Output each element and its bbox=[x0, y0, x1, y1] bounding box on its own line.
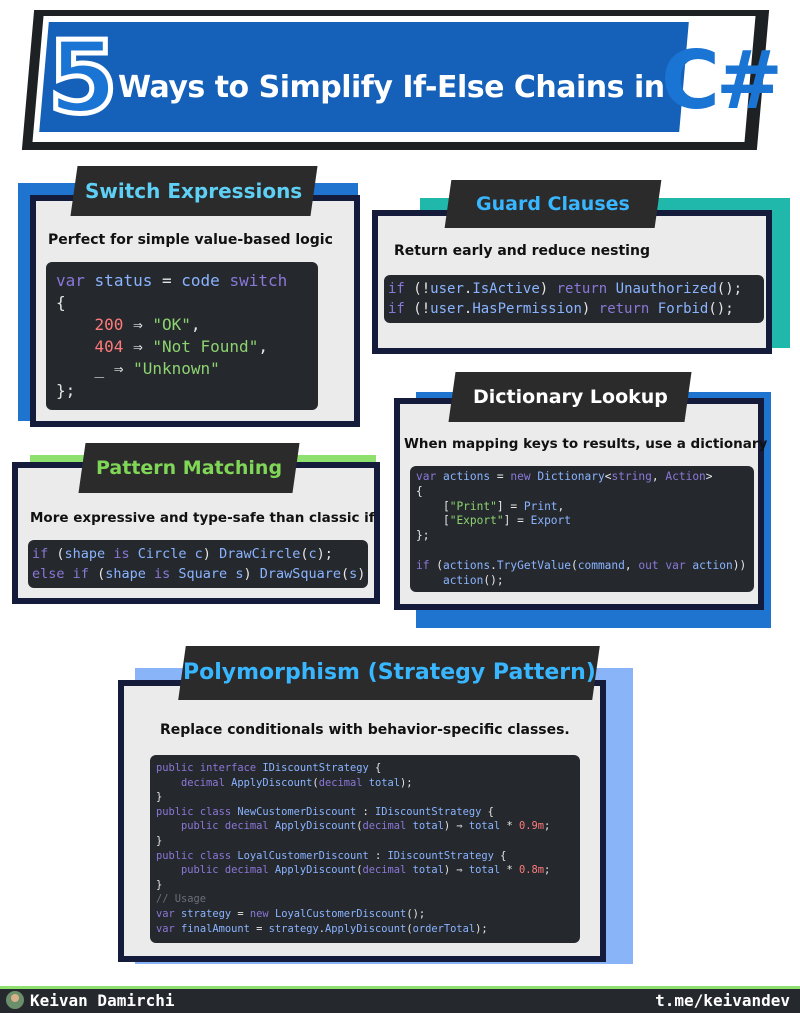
polymorphism-title: Polymorphism (Strategy Pattern) bbox=[178, 646, 600, 700]
guard-subtitle: Return early and reduce nesting bbox=[394, 243, 650, 259]
pattern-code-block: if (shape is Circle c) DrawCircle(c); els… bbox=[28, 540, 368, 588]
code-line: var strategy = new LoyalCustomerDiscount… bbox=[156, 907, 426, 920]
pattern-title: Pattern Matching bbox=[78, 443, 300, 493]
code-line: public class NewCustomerDiscount : IDisc… bbox=[156, 805, 494, 818]
switch-title: Switch Expressions bbox=[70, 166, 318, 216]
switch-subtitle: Perfect for simple value-based logic bbox=[48, 232, 333, 248]
dictionary-subtitle: When mapping keys to results, use a dict… bbox=[404, 436, 768, 452]
dictionary-code-block: var actions = new Dictionary<string, Act… bbox=[410, 466, 754, 592]
code-line: if (actions.TryGetValue(command, out var… bbox=[416, 558, 747, 572]
dictionary-title: Dictionary Lookup bbox=[448, 372, 692, 422]
code-line: action(); bbox=[442, 573, 504, 587]
avatar bbox=[6, 991, 24, 1009]
switch-code-block: var status = code switch { 200 ⇒ "OK", 40… bbox=[46, 262, 318, 410]
code-line: _ ⇒ "Unknown" bbox=[94, 359, 220, 378]
code-line: { bbox=[416, 484, 423, 498]
code-line: public decimal ApplyDiscount(decimal tot… bbox=[181, 820, 551, 833]
code-line: } bbox=[156, 878, 163, 891]
code-line: var status = code switch bbox=[56, 271, 288, 290]
polymorphism-subtitle: Replace conditionals with behavior-speci… bbox=[160, 722, 570, 738]
code-line: }; bbox=[56, 381, 76, 400]
guard-code-block: if (!user.IsActive) return Unauthorized(… bbox=[384, 275, 764, 323]
code-line: ["Export"] = Export bbox=[442, 514, 572, 528]
telegram-link[interactable]: t.me/keivandev bbox=[655, 991, 790, 1010]
code-line: var actions = new Dictionary<string, Act… bbox=[416, 470, 713, 483]
code-line: public interface IDiscountStrategy { bbox=[156, 762, 382, 774]
code-line: }; bbox=[416, 529, 430, 543]
author-name: Keivan Damirchi bbox=[30, 991, 175, 1010]
header-number: 5 bbox=[46, 19, 121, 136]
code-line: 404 ⇒ "Not Found", bbox=[94, 337, 268, 356]
header-title: Ways to Simplify If-Else Chains in bbox=[118, 70, 665, 105]
code-line: } bbox=[156, 834, 163, 847]
code-line: var finalAmount = strategy.ApplyDiscount… bbox=[156, 922, 488, 935]
code-line: else if (shape is Square s) DrawSquare(s… bbox=[32, 566, 368, 582]
code-line: if (shape is Circle c) DrawCircle(c); bbox=[32, 546, 333, 562]
guard-title: Guard Clauses bbox=[444, 180, 662, 228]
code-line: 200 ⇒ "OK", bbox=[94, 315, 201, 334]
code-line: // Usage bbox=[156, 893, 207, 906]
header-language: C# bbox=[661, 34, 783, 127]
code-line: if (!user.HasPermission) return Forbid()… bbox=[388, 301, 734, 317]
code-line: public decimal ApplyDiscount(decimal tot… bbox=[181, 864, 551, 877]
code-line: ["Print"] = Print, bbox=[442, 499, 565, 513]
code-line: public class LoyalCustomerDiscount : IDi… bbox=[156, 849, 507, 862]
code-line: { bbox=[56, 293, 66, 312]
code-line: decimal ApplyDiscount(decimal total); bbox=[181, 776, 413, 789]
footer: Keivan Damirchi t.me/keivandev bbox=[0, 986, 800, 1013]
polymorphism-code-block: public interface IDiscountStrategy { dec… bbox=[150, 755, 580, 943]
pattern-subtitle: More expressive and type-safe than class… bbox=[30, 510, 375, 526]
code-line: if (!user.IsActive) return Unauthorized(… bbox=[388, 281, 743, 297]
code-line: } bbox=[156, 791, 163, 804]
